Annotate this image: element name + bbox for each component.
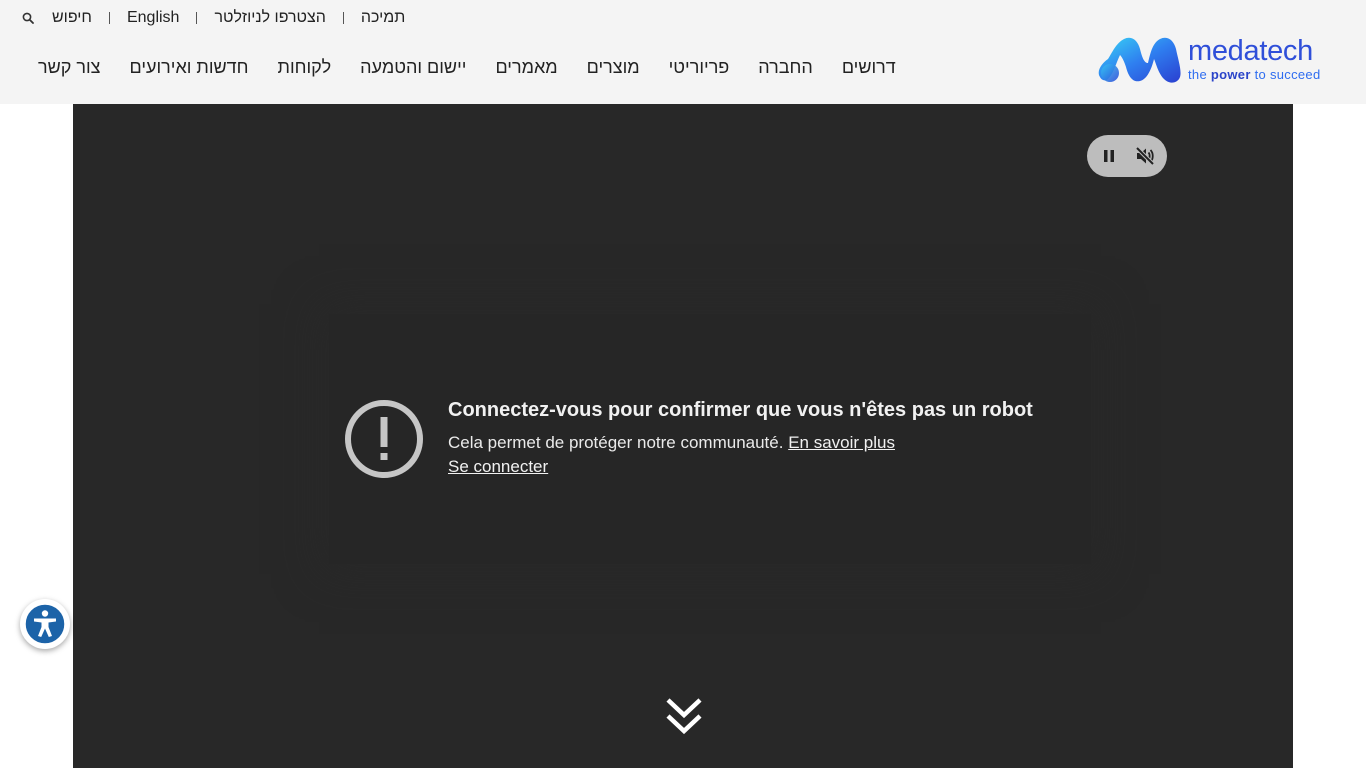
divider: [108, 12, 110, 24]
logo-mark-icon: [1098, 37, 1181, 83]
site-header: חיפוש English הצטרפו לניוזלטר תמיכה צור …: [0, 0, 1366, 104]
search-link[interactable]: חיפוש: [52, 9, 92, 27]
mute-button[interactable]: [1131, 142, 1159, 170]
video-player[interactable]: Connectez-vous pour confirmer que vous n…: [73, 104, 1293, 768]
message-description: Cela permet de protéger notre communauté…: [448, 433, 784, 452]
nav-item-customers[interactable]: לקוחות: [278, 57, 332, 78]
nav-item-careers[interactable]: דרושים: [842, 57, 896, 78]
nav-item-contact[interactable]: צור קשר: [38, 57, 100, 78]
tagline-part: the: [1188, 67, 1211, 82]
logo-tagline: the power to succeed: [1188, 68, 1320, 81]
divider: [342, 12, 344, 24]
newsletter-link[interactable]: הצטרפו לניוזלטר: [214, 9, 325, 27]
message-description-row: Cela permet de protéger notre communauté…: [448, 431, 1068, 479]
nav-item-company[interactable]: החברה: [758, 57, 813, 78]
video-controls: [1087, 135, 1167, 177]
medatech-logo[interactable]: medatech the power to succeed: [1096, 32, 1348, 86]
nav-item-articles[interactable]: מאמרים: [495, 57, 557, 78]
robot-check-message: Connectez-vous pour confirmer que vous n…: [343, 398, 1063, 498]
nav-item-products[interactable]: מוצרים: [587, 57, 640, 78]
accessibility-icon: [24, 603, 66, 645]
message-title: Connectez-vous pour confirmer que vous n…: [448, 399, 1033, 421]
search-icon[interactable]: [16, 6, 40, 30]
nav-item-news-events[interactable]: חדשות ואירועים: [129, 57, 248, 78]
accessibility-button[interactable]: [20, 599, 70, 649]
volume-muted-icon: [1135, 146, 1155, 166]
top-utility-bar: חיפוש English הצטרפו לניוזלטר תמיכה: [16, 6, 405, 30]
english-language-link[interactable]: English: [127, 9, 179, 27]
tagline-bold: power: [1210, 67, 1251, 82]
tagline-part: to succeed: [1250, 67, 1321, 82]
main-navigation: צור קשר חדשות ואירועים לקוחות יישום והטמ…: [38, 57, 896, 78]
nav-item-priority[interactable]: פריוריטי: [669, 57, 730, 78]
pause-button[interactable]: [1095, 142, 1123, 170]
divider: [196, 12, 198, 24]
nav-item-implementation[interactable]: יישום והטמעה: [360, 57, 466, 78]
sign-in-link[interactable]: Se connecter: [448, 457, 548, 476]
support-link[interactable]: תמיכה: [361, 9, 405, 27]
learn-more-link[interactable]: En savoir plus: [788, 433, 895, 452]
scroll-down-chevron-icon[interactable]: [665, 696, 703, 736]
logo-brand-text: medatech: [1188, 35, 1313, 67]
warning-icon: [345, 400, 423, 478]
pause-icon: [1104, 150, 1114, 162]
